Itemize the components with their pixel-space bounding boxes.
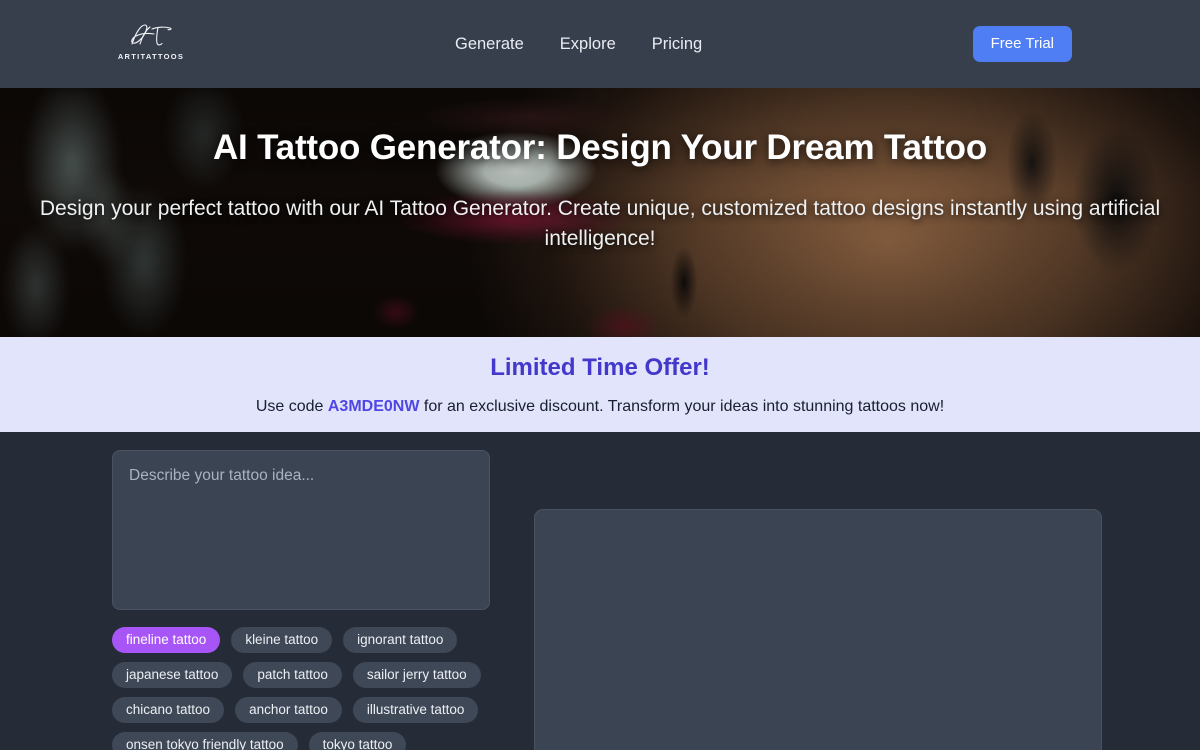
style-chip[interactable]: illustrative tattoo <box>352 697 479 723</box>
tattoo-prompt-input[interactable] <box>112 450 490 610</box>
hero-title: AI Tattoo Generator: Design Your Dream T… <box>212 128 988 167</box>
site-header: ARTITATTOOS Generate Explore Pricing Fre… <box>0 0 1200 88</box>
result-preview-panel[interactable] <box>534 509 1102 750</box>
style-chip[interactable]: ignorant tattoo <box>343 627 458 653</box>
at-monogram-icon <box>131 24 172 46</box>
style-chip[interactable]: chicano tattoo <box>112 697 225 723</box>
style-chip[interactable]: anchor tattoo <box>235 697 342 723</box>
brand-wordmark: ARTITATTOOS <box>117 52 185 61</box>
style-chip-list: fineline tattoo kleine tattoo ignorant tat… <box>112 627 512 750</box>
hero-subtitle: Design your perfect tattoo with our AI T… <box>39 197 1161 251</box>
generator-output <box>534 450 1102 750</box>
promo-code[interactable]: A3MDE0NW <box>328 398 420 415</box>
brand-logo[interactable]: ARTITATTOOS <box>118 20 183 61</box>
style-chip[interactable]: japanese tattoo <box>112 662 233 688</box>
promo-subtext: Use code A3MDE0NW for an exclusive disco… <box>0 397 1200 418</box>
promo-suffix: for an exclusive discount. Transform you… <box>419 398 945 415</box>
promo-prefix: Use code <box>255 398 328 415</box>
primary-nav: Generate Explore Pricing <box>455 0 702 88</box>
free-trial-button[interactable]: Free Trial <box>972 26 1072 62</box>
promo-banner: Limited Time Offer! Use code A3MDE0NW fo… <box>0 337 1200 432</box>
nav-link-explore[interactable]: Explore <box>560 36 616 53</box>
nav-link-pricing[interactable]: Pricing <box>652 36 702 53</box>
promo-title: Limited Time Offer! <box>490 354 710 381</box>
hero-section: AI Tattoo Generator: Design Your Dream T… <box>0 88 1200 337</box>
generator-section: fineline tattoo kleine tattoo ignorant tat… <box>0 432 1200 750</box>
style-chip[interactable]: patch tattoo <box>243 662 342 688</box>
style-chip[interactable]: onsen tokyo friendly tattoo <box>112 732 298 750</box>
style-chip[interactable]: fineline tattoo <box>112 627 221 653</box>
style-chip[interactable]: tokyo tattoo <box>308 732 407 750</box>
nav-link-generate[interactable]: Generate <box>455 36 524 53</box>
style-chip[interactable]: kleine tattoo <box>231 627 333 653</box>
style-chip[interactable]: sailor jerry tattoo <box>352 662 481 688</box>
generator-controls: fineline tattoo kleine tattoo ignorant tat… <box>112 450 512 750</box>
